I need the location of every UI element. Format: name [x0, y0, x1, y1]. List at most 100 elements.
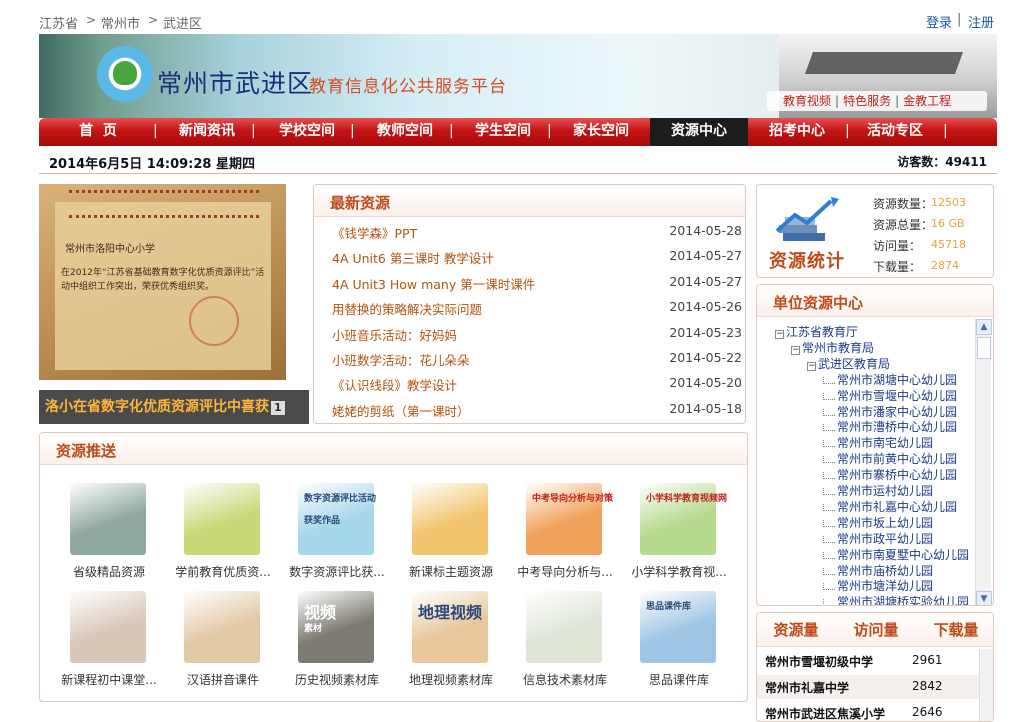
- tree-node-label[interactable]: 常州市寨桥中心幼儿园: [837, 468, 957, 482]
- recommend-tile[interactable]: 新课标主题资源: [396, 483, 506, 583]
- tree-node-label[interactable]: 常州市政平幼儿园: [837, 532, 933, 546]
- tree-node[interactable]: 常州市湖塘桥实验幼儿园: [823, 593, 969, 605]
- tree-node[interactable]: 常州市南夏墅中心幼儿园: [823, 546, 969, 563]
- latest-resource-item[interactable]: 姥姥的剪纸（第一课时） 2014-05-18: [332, 401, 742, 421]
- tree-node[interactable]: 常州市潘家中心幼儿园: [823, 403, 957, 420]
- tree-node[interactable]: 常州市礼嘉中心幼儿园: [823, 498, 957, 515]
- tree-node[interactable]: 常州市运村幼儿园: [823, 482, 933, 499]
- tab-visit-count[interactable]: 访问量: [837, 613, 915, 647]
- recommend-tile-label[interactable]: 思品课件库: [624, 671, 734, 688]
- slide-page-button[interactable]: 1: [271, 401, 285, 415]
- scroll-thumb[interactable]: [977, 337, 991, 359]
- nav-item-parent[interactable]: 家长空间: [555, 118, 647, 146]
- ranking-scrollbar[interactable]: [979, 649, 993, 721]
- recommend-tile[interactable]: 地理视频 地理视频素材库: [396, 591, 506, 691]
- latest-resource-item[interactable]: 《认识线段》教学设计 2014-05-20: [332, 375, 742, 395]
- latest-resource-title[interactable]: 姥姥的剪纸（第一课时）: [332, 401, 470, 420]
- feature-caption[interactable]: 洛小在省数字化优质资源评比中喜获 1: [39, 390, 309, 424]
- tree-collapse-icon[interactable]: −: [791, 345, 800, 355]
- tree-node-label[interactable]: 常州市塘洋幼儿园: [837, 579, 933, 593]
- recommend-tile-label[interactable]: 中考导向分析与...: [510, 563, 620, 580]
- nav-item-events[interactable]: 活动专区: [849, 118, 941, 146]
- recommend-tile-label[interactable]: 小学科学教育视...: [624, 563, 734, 580]
- child-icon[interactable]: [184, 591, 260, 663]
- nav-item-home[interactable]: 首 页: [51, 118, 145, 146]
- nav-item-news[interactable]: 新闻资讯: [161, 118, 253, 146]
- girl-book-icon[interactable]: [70, 591, 146, 663]
- recommend-tile-label[interactable]: 汉语拼音课件: [168, 671, 278, 688]
- tree-node-label[interactable]: 常州市坂上幼儿园: [837, 516, 933, 530]
- ranking-name[interactable]: 常州市武进区焦溪小学: [765, 705, 885, 721]
- banner-link-service[interactable]: 特色服务: [843, 94, 891, 108]
- latest-resource-title[interactable]: 4A Unit6 第三课时 教学设计: [332, 248, 494, 267]
- tree-node-label[interactable]: 常州市湖塘桥实验幼儿园: [837, 595, 969, 605]
- recommend-tile[interactable]: 小学科学教育视频网 小学科学教育视...: [624, 483, 734, 583]
- books-icon[interactable]: [70, 483, 146, 555]
- latest-resource-title[interactable]: 4A Unit3 How many 第一课时课件: [332, 274, 535, 293]
- tree-node-label[interactable]: 常州市教育局: [802, 341, 874, 355]
- tree-node[interactable]: 常州市庙桥幼儿园: [823, 562, 933, 579]
- breadcrumb-district[interactable]: 武进区: [163, 13, 202, 32]
- recommend-tile[interactable]: 视频 素材历史视频素材库: [282, 591, 392, 691]
- book-stack-icon[interactable]: 思品课件库: [640, 591, 716, 663]
- nav-item-teacher[interactable]: 教师空间: [359, 118, 451, 146]
- tab-download-count[interactable]: 下载量: [917, 613, 993, 647]
- latest-resource-item[interactable]: 4A Unit3 How many 第一课时课件 2014-05-27: [332, 274, 742, 294]
- tree-node[interactable]: 常州市寨桥中心幼儿园: [823, 466, 957, 483]
- nav-item-student[interactable]: 学生空间: [457, 118, 549, 146]
- ranking-row[interactable]: 常州市雪堰初级中学 2961: [757, 649, 993, 673]
- scroll-down-icon[interactable]: ▼: [976, 591, 992, 605]
- recommend-tile[interactable]: 学前教育优质资...: [168, 483, 278, 583]
- tree-node-label[interactable]: 常州市南宅幼儿园: [837, 436, 933, 450]
- latest-resource-title[interactable]: 小班音乐活动：好妈妈: [332, 325, 457, 344]
- tree-node-label[interactable]: 常州市庙桥幼儿园: [837, 564, 933, 578]
- recommend-tile-label[interactable]: 地理视频素材库: [396, 671, 506, 688]
- recommend-tile[interactable]: 中考导向分析与对策 中考导向分析与...: [510, 483, 620, 583]
- tree-node[interactable]: − 常州市教育局: [791, 339, 874, 356]
- latest-resource-item[interactable]: 《钱学森》PPT 2014-05-28: [332, 223, 742, 243]
- banner-link-video[interactable]: 教育视频: [783, 94, 831, 108]
- latest-resource-title[interactable]: 小班数学活动：花儿朵朵: [332, 350, 470, 369]
- latest-resource-item[interactable]: 4A Unit6 第三课时 教学设计 2014-05-27: [332, 248, 742, 268]
- ranking-name[interactable]: 常州市雪堰初级中学: [765, 653, 873, 670]
- tree-node-label[interactable]: 常州市南夏墅中心幼儿园: [837, 548, 969, 562]
- tree-scrollbar[interactable]: ▲ ▼: [975, 319, 992, 605]
- recommend-tile[interactable]: 数字资源评比活动 获奖作品数字资源评比获...: [282, 483, 392, 583]
- recommend-tile-label[interactable]: 新课标主题资源: [396, 563, 506, 580]
- tree-node-label[interactable]: 常州市前黄中心幼儿园: [837, 452, 957, 466]
- latest-resource-item[interactable]: 小班音乐活动：好妈妈 2014-05-23: [332, 325, 742, 345]
- latest-resource-title[interactable]: 《钱学森》PPT: [332, 223, 417, 242]
- tree-node[interactable]: − 武进区教育局: [807, 355, 890, 372]
- tree-node-label[interactable]: 武进区教育局: [818, 357, 890, 371]
- feature-caption-text[interactable]: 洛小在省数字化优质资源评比中喜获: [45, 399, 269, 415]
- tree-node[interactable]: − 江苏省教育厅: [775, 323, 858, 340]
- tree-node[interactable]: 常州市漕桥中心幼儿园: [823, 418, 957, 435]
- windmill-icon[interactable]: [184, 483, 260, 555]
- latest-resource-title[interactable]: 用替换的策略解决实际问题: [332, 299, 482, 318]
- nav-item-resources[interactable]: 资源中心: [650, 118, 748, 146]
- login-link[interactable]: 登录: [926, 12, 952, 31]
- latest-resource-item[interactable]: 小班数学活动：花儿朵朵 2014-05-22: [332, 350, 742, 370]
- breadcrumb-province[interactable]: 江苏省: [39, 13, 78, 32]
- tree-node[interactable]: 常州市前黄中心幼儿园: [823, 450, 957, 467]
- recommend-tile-label[interactable]: 学前教育优质资...: [168, 563, 278, 580]
- recommend-tile-label[interactable]: 信息技术素材库: [510, 671, 620, 688]
- award-banner-icon[interactable]: 数字资源评比活动 获奖作品: [298, 483, 376, 555]
- breadcrumb-city[interactable]: 常州市: [101, 13, 140, 32]
- kids-icon[interactable]: [412, 483, 488, 555]
- tree-node[interactable]: 常州市湖塘中心幼儿园: [823, 371, 957, 388]
- ranking-name[interactable]: 常州市礼嘉中学: [765, 679, 849, 696]
- video-icon[interactable]: 视频 素材: [298, 591, 374, 663]
- tree-node[interactable]: 常州市塘洋幼儿园: [823, 577, 933, 594]
- tree-node[interactable]: 常州市坂上幼儿园: [823, 514, 933, 531]
- recommend-tile-label[interactable]: 数字资源评比获...: [282, 563, 392, 580]
- tree-collapse-icon[interactable]: −: [807, 361, 816, 371]
- nav-item-school[interactable]: 学校空间: [261, 118, 353, 146]
- recommend-tile[interactable]: 汉语拼音课件: [168, 591, 278, 691]
- tree-collapse-icon[interactable]: −: [775, 330, 784, 339]
- scroll-up-icon[interactable]: ▲: [976, 319, 992, 335]
- recommend-tile[interactable]: 信息技术素材库: [510, 591, 620, 691]
- tree-node-label[interactable]: 常州市礼嘉中心幼儿园: [837, 500, 957, 514]
- recommend-tile[interactable]: 思品课件库 思品课件库: [624, 591, 734, 691]
- recommend-tile-label[interactable]: 历史视频素材库: [282, 671, 392, 688]
